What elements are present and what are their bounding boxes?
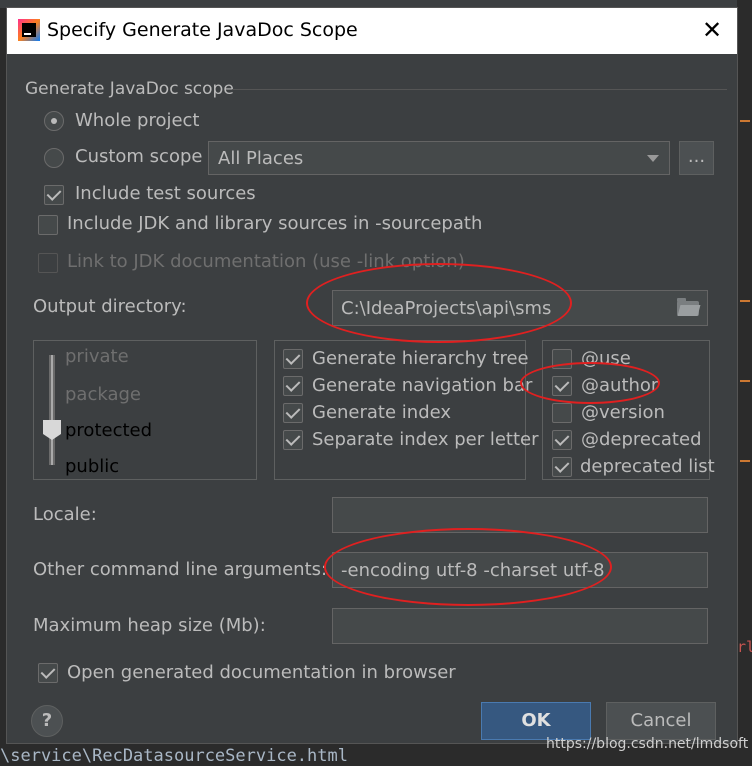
other-args-label: Other command line arguments:: [33, 559, 328, 580]
generate-hierarchy-label[interactable]: Generate hierarchy tree: [312, 348, 529, 369]
heap-size-label: Maximum heap size (Mb):: [33, 615, 266, 636]
whole-project-label[interactable]: Whole project: [75, 110, 200, 131]
ide-background-right: rl林: [737, 0, 752, 763]
visibility-slider-line: [51, 355, 53, 465]
ide-marker: [740, 460, 750, 462]
ide-background-top: [0, 0, 752, 8]
annotation-ellipse: [306, 263, 572, 343]
annotation-ellipse: [324, 528, 612, 606]
dialog-title: Specify Generate JavaDoc Scope: [47, 19, 358, 41]
heap-size-field[interactable]: [332, 608, 708, 644]
open-browser-checkbox[interactable]: [38, 663, 58, 683]
custom-scope-select[interactable]: All Places: [208, 141, 670, 175]
deprecated-tag-label[interactable]: @deprecated: [581, 429, 702, 450]
locale-field[interactable]: [332, 497, 708, 533]
whole-project-radio[interactable]: [44, 111, 64, 131]
separate-index-checkbox[interactable]: [283, 430, 303, 450]
ide-marker: [740, 380, 750, 382]
chevron-down-icon: [647, 155, 659, 162]
include-jdk-label[interactable]: Include JDK and library sources in -sour…: [67, 213, 482, 234]
visibility-protected[interactable]: protected: [65, 420, 152, 441]
visibility-package[interactable]: package: [65, 384, 141, 405]
visibility-panel: private package protected public: [33, 340, 257, 480]
deprecated-list-label[interactable]: deprecated list: [580, 456, 715, 477]
folder-icon[interactable]: [677, 298, 701, 316]
custom-scope-radio[interactable]: [44, 148, 64, 168]
section-divider: [232, 89, 727, 90]
output-directory-label: Output directory:: [33, 296, 187, 317]
custom-scope-label[interactable]: Custom scope: [75, 146, 202, 167]
locale-label: Locale:: [33, 504, 97, 525]
open-browser-label[interactable]: Open generated documentation in browser: [67, 662, 456, 683]
generate-hierarchy-checkbox[interactable]: [283, 349, 303, 369]
version-tag-checkbox[interactable]: [552, 403, 572, 423]
ide-code-fragment: rl林: [737, 638, 752, 656]
include-test-sources-checkbox[interactable]: [44, 185, 64, 205]
generate-navigation-label[interactable]: Generate navigation bar: [312, 375, 532, 396]
tag-options-panel: @use @author @version @deprecated deprec…: [542, 340, 715, 480]
ide-marker: [740, 300, 750, 302]
separate-index-label[interactable]: Separate index per letter: [312, 429, 539, 450]
generate-navigation-checkbox[interactable]: [283, 376, 303, 396]
generate-options-panel: Generate hierarchy tree Generate navigat…: [274, 340, 539, 480]
deprecated-list-checkbox[interactable]: [552, 457, 572, 477]
annotation-ellipse: [520, 362, 660, 404]
intellij-logo-icon: [18, 19, 40, 41]
scope-section-label: Generate JavaDoc scope: [25, 79, 234, 99]
visibility-slider-thumb[interactable]: [43, 420, 61, 440]
ok-button[interactable]: OK: [481, 702, 591, 740]
ide-code-line: \service\RecDatasourceService.html: [0, 746, 348, 766]
help-button[interactable]: ?: [31, 705, 63, 737]
cancel-button[interactable]: Cancel: [606, 702, 716, 740]
generate-index-label[interactable]: Generate index: [312, 402, 451, 423]
generate-index-checkbox[interactable]: [283, 403, 303, 423]
include-test-sources-label[interactable]: Include test sources: [75, 183, 256, 204]
close-icon[interactable]: ✕: [700, 18, 724, 42]
browse-scope-button[interactable]: ...: [679, 141, 714, 175]
include-jdk-checkbox[interactable]: [38, 215, 58, 235]
link-jdk-checkbox[interactable]: [38, 253, 58, 273]
ide-marker: [740, 120, 750, 122]
visibility-public[interactable]: public: [65, 456, 119, 477]
custom-scope-value: All Places: [218, 148, 304, 169]
version-tag-label[interactable]: @version: [581, 402, 665, 423]
deprecated-tag-checkbox[interactable]: [552, 430, 572, 450]
visibility-private[interactable]: private: [65, 346, 129, 367]
watermark-text: https://blog.csdn.net/lmdsoft: [546, 736, 749, 752]
